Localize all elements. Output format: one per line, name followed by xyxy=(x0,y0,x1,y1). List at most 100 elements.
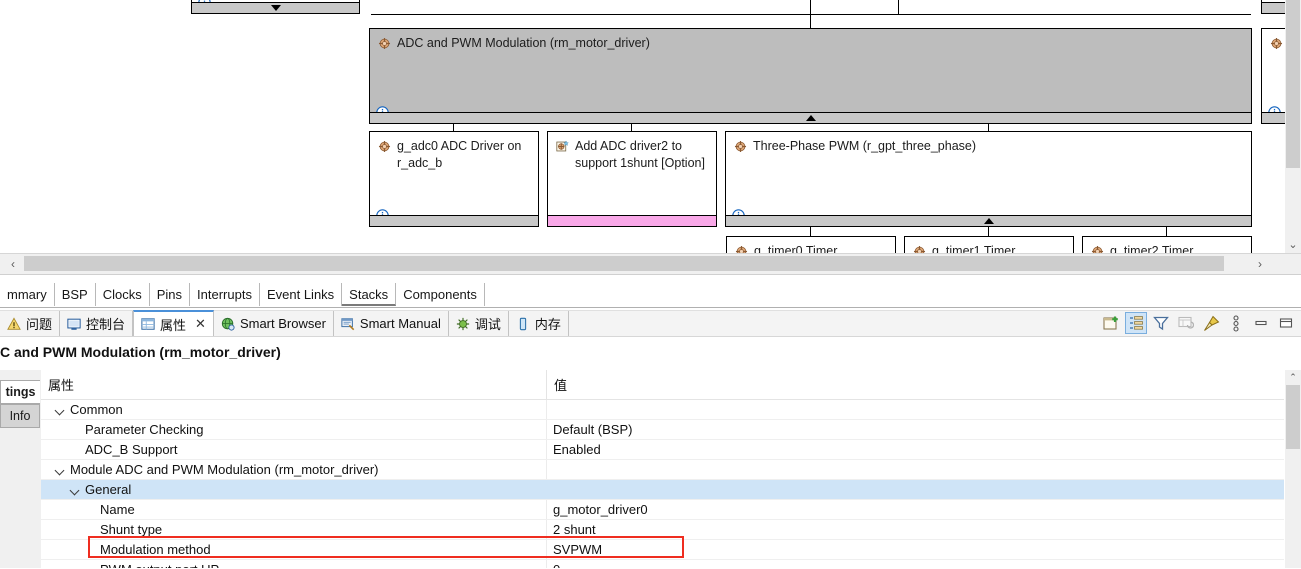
stacks-diagram-canvas[interactable]: ADC and PWM Modulation (rm_motor_driver) xyxy=(0,0,1301,255)
tab-label: 属性 xyxy=(160,315,186,334)
manual-icon xyxy=(341,317,355,331)
stack-block-g-adc0-driver[interactable]: g_adc0 ADC Driver on r_adc_b xyxy=(369,131,539,227)
properties-table[interactable]: 属性 值 Common Parameter Checking Default (… xyxy=(41,370,1284,568)
maximize-icon[interactable] xyxy=(1275,312,1297,334)
filter-icon[interactable] xyxy=(1150,312,1172,334)
tab-memory[interactable]: 内存 xyxy=(509,311,569,336)
view-menu-icon[interactable] xyxy=(1225,312,1247,334)
tab-properties[interactable]: 属性 ✕ xyxy=(133,310,214,336)
properties-side-tabs[interactable]: tings Info xyxy=(0,370,42,568)
side-tab-settings[interactable]: tings xyxy=(0,380,40,404)
tab-interrupts[interactable]: Interrupts xyxy=(190,283,260,306)
connector-line xyxy=(988,227,989,236)
stack-block-title: Three-Phase PWM (r_gpt_three_phase) xyxy=(734,138,1243,155)
tab-clocks[interactable]: Clocks xyxy=(96,283,150,306)
canvas-horizontal-scrollbar[interactable]: ‹ › xyxy=(0,253,1301,275)
row-label: Parameter Checking xyxy=(85,422,204,437)
table-row[interactable]: General xyxy=(41,480,1284,500)
tab-summary[interactable]: mmary xyxy=(0,283,55,306)
row-value[interactable]: 0 xyxy=(553,560,560,568)
table-row-modulation-method[interactable]: Modulation method SVPWM xyxy=(41,540,1284,560)
scrollbar-thumb[interactable] xyxy=(1286,0,1300,168)
tab-components[interactable]: Components xyxy=(396,283,485,306)
row-name: Modulation method xyxy=(100,540,211,559)
view-toolbar[interactable] xyxy=(1100,310,1301,336)
tab-problems[interactable]: 问题 xyxy=(0,311,60,336)
table-row[interactable]: Common xyxy=(41,400,1284,420)
collapse-down-icon[interactable] xyxy=(271,5,281,11)
tab-bsp[interactable]: BSP xyxy=(55,283,96,306)
stack-block-footer[interactable] xyxy=(726,215,1251,226)
scroll-right-arrow[interactable]: › xyxy=(1249,254,1271,273)
row-value[interactable]: 2 shunt xyxy=(553,520,596,539)
tab-label: 问题 xyxy=(26,314,52,333)
scrollbar-thumb[interactable] xyxy=(1286,385,1300,449)
tab-pins[interactable]: Pins xyxy=(150,283,190,306)
column-header-value[interactable]: 值 xyxy=(546,370,1284,399)
row-value[interactable]: SVPWM xyxy=(553,540,602,559)
stack-block-partial-top-left[interactable] xyxy=(191,0,360,14)
tab-stacks[interactable]: Stacks xyxy=(342,283,396,306)
tab-console[interactable]: 控制台 xyxy=(60,311,133,336)
table-row[interactable]: Name g_motor_driver0 xyxy=(41,500,1284,520)
chevron-down-icon[interactable] xyxy=(55,464,66,475)
memory-icon xyxy=(516,317,530,331)
stack-block-footer[interactable] xyxy=(370,215,538,226)
side-tab-info[interactable]: Info xyxy=(0,404,40,428)
globe-icon xyxy=(221,317,235,331)
row-value[interactable]: Default (BSP) xyxy=(553,420,632,439)
properties-icon xyxy=(141,317,155,331)
row-label: ADC_B Support xyxy=(85,442,178,457)
minimize-icon[interactable] xyxy=(1250,312,1272,334)
stack-block-footer[interactable] xyxy=(548,215,716,226)
row-value[interactable]: g_motor_driver0 xyxy=(553,500,648,519)
stack-block-three-phase-pwm[interactable]: Three-Phase PWM (r_gpt_three_phase) xyxy=(725,131,1252,227)
row-name: Name xyxy=(100,500,135,519)
table-row[interactable]: Parameter Checking Default (BSP) xyxy=(41,420,1284,440)
chevron-down-icon[interactable] xyxy=(70,484,81,495)
tab-label: Smart Manual xyxy=(360,316,441,331)
scroll-down-arrow[interactable]: ⌄ xyxy=(1285,237,1301,251)
new-property-sheet-icon[interactable] xyxy=(1100,312,1122,334)
close-icon[interactable]: ✕ xyxy=(195,316,206,332)
table-row[interactable]: ADC_B Support Enabled xyxy=(41,440,1284,460)
show-categories-icon[interactable] xyxy=(1125,312,1147,334)
module-icon xyxy=(378,37,391,50)
row-name: General xyxy=(70,480,131,499)
module-icon xyxy=(378,140,391,153)
scrollbar-thumb[interactable] xyxy=(24,256,1224,271)
column-header-property[interactable]: 属性 xyxy=(41,370,546,399)
table-row[interactable]: PWM output port UP 0 xyxy=(41,560,1284,568)
tab-debug[interactable]: 调试 xyxy=(449,311,509,336)
expand-up-icon[interactable] xyxy=(984,218,994,224)
tab-event-links[interactable]: Event Links xyxy=(260,283,342,306)
stack-block-add-adc-driver2[interactable]: Add ADC driver2 to support 1shunt [Optio… xyxy=(547,131,717,227)
properties-vertical-scrollbar[interactable]: ⌃ xyxy=(1285,370,1301,568)
row-name: ADC_B Support xyxy=(85,440,178,459)
scroll-up-arrow[interactable]: ⌃ xyxy=(1285,371,1301,384)
table-row[interactable]: Shunt type 2 shunt xyxy=(41,520,1284,540)
row-label: General xyxy=(85,482,131,497)
tab-label: Smart Browser xyxy=(240,316,326,331)
stack-block-footer[interactable] xyxy=(370,112,1251,123)
stack-block-footer[interactable] xyxy=(192,2,359,13)
canvas-vertical-scrollbar[interactable]: ⌄ xyxy=(1285,0,1301,253)
stack-block-title: Add ADC driver2 to support 1shunt [Optio… xyxy=(556,138,708,172)
row-value[interactable]: Enabled xyxy=(553,440,601,459)
connector-line xyxy=(371,14,1251,15)
tab-smart-manual[interactable]: Smart Manual xyxy=(334,311,449,336)
properties-title: C and PWM Modulation (rm_motor_driver) xyxy=(0,344,1301,366)
row-label: Module ADC and PWM Modulation (rm_motor_… xyxy=(70,462,379,477)
expand-up-icon[interactable] xyxy=(806,115,816,121)
tab-smart-browser[interactable]: Smart Browser xyxy=(214,311,334,336)
tab-label: 内存 xyxy=(535,314,561,333)
chevron-down-icon[interactable] xyxy=(55,404,66,415)
configuration-tab-bar[interactable]: mmary BSP Clocks Pins Interrupts Event L… xyxy=(0,283,1301,308)
restore-default-icon[interactable] xyxy=(1175,312,1197,334)
stack-block-adc-pwm-modulation[interactable]: ADC and PWM Modulation (rm_motor_driver) xyxy=(369,28,1252,124)
table-row[interactable]: Module ADC and PWM Modulation (rm_motor_… xyxy=(41,460,1284,480)
connector-line xyxy=(453,124,454,131)
module-icon xyxy=(1270,37,1283,50)
pin-icon[interactable] xyxy=(1200,312,1222,334)
scroll-left-arrow[interactable]: ‹ xyxy=(2,254,24,273)
